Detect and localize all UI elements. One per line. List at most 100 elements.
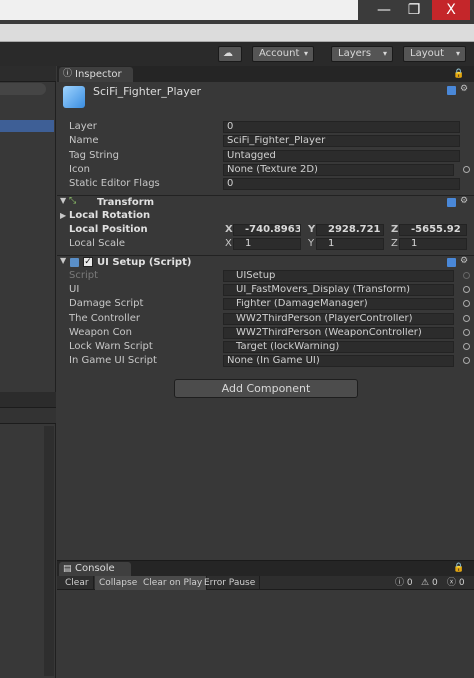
gear-icon[interactable]: ⚙ xyxy=(460,84,468,94)
chevron-down-icon: ▾ xyxy=(382,49,387,58)
chevron-down-icon: ▾ xyxy=(303,49,308,58)
layout-label: Layout xyxy=(410,48,444,59)
help-icon[interactable] xyxy=(447,86,456,95)
help-icon[interactable] xyxy=(447,258,456,267)
gear-icon[interactable]: ⚙ xyxy=(460,196,468,206)
error-icon: ⓧ xyxy=(447,578,457,588)
layers-dropdown[interactable]: Layers ▾ xyxy=(331,46,393,62)
object-picker-icon[interactable] xyxy=(463,315,470,322)
field-row: Script UISetup xyxy=(57,269,474,283)
lock-icon[interactable]: 🔒 xyxy=(453,563,464,573)
console-tabbar: ▤ Console 🔒 xyxy=(57,561,474,576)
enabled-checkbox[interactable]: ✓ xyxy=(83,257,93,267)
hierarchy-search[interactable] xyxy=(0,83,46,95)
foldout-arrow-icon[interactable]: ▶ xyxy=(60,211,66,220)
foldout-arrow-icon[interactable]: ▼ xyxy=(60,196,66,205)
axis-y-label: Y xyxy=(308,238,315,249)
menu-strip xyxy=(0,24,474,42)
position-y-field[interactable]: 2928.721 xyxy=(316,224,384,236)
field-row: Name SciFi_Fighter_Player xyxy=(57,134,474,148)
field-row: Weapon Con WW2ThirdPerson (WeaponControl… xyxy=(57,326,474,340)
titlebar-background xyxy=(0,0,358,20)
ui-setup-title: UI Setup (Script) xyxy=(97,257,192,268)
field-label: Script xyxy=(69,270,99,281)
collapse-button[interactable]: Collapse xyxy=(95,576,143,590)
error-pause-button[interactable]: Error Pause xyxy=(200,576,261,590)
field-row: Layer 0 xyxy=(57,120,474,134)
maximize-button[interactable]: ❐ xyxy=(397,0,431,20)
gear-icon[interactable]: ⚙ xyxy=(460,256,468,266)
tab-inspector[interactable]: ⓘ Inspector xyxy=(59,67,133,82)
scale-z-field[interactable]: 1 xyxy=(399,238,467,250)
info-count[interactable]: ⓘ 0 xyxy=(395,577,413,589)
close-button[interactable]: X xyxy=(432,0,470,20)
object-picker-icon[interactable] xyxy=(463,300,470,307)
ui-setup-header[interactable]: ▼ ✓ UI Setup (Script) ⚙ xyxy=(57,255,474,269)
name-field[interactable]: SciFi_Fighter_Player xyxy=(223,135,460,147)
field-row: Static Editor Flags 0 xyxy=(57,177,474,191)
field-row: Tag String Untagged xyxy=(57,149,474,163)
layer-field[interactable]: 0 xyxy=(223,121,460,133)
object-picker-icon[interactable] xyxy=(463,343,470,350)
console-toolbar: Clear Collapse Clear on Play Error Pause… xyxy=(57,576,474,590)
position-z-field[interactable]: -5655.92 xyxy=(399,224,467,236)
inspector-panel: ⓘ Inspector 🔒 SciFi_Fighter_Player ⚙ Lay… xyxy=(57,66,474,560)
layers-label: Layers xyxy=(338,48,372,59)
foldout-arrow-icon[interactable]: ▼ xyxy=(60,256,66,265)
scale-x-field[interactable]: 1 xyxy=(233,238,301,250)
object-picker-icon[interactable] xyxy=(463,286,470,293)
script-field: UISetup xyxy=(223,270,454,282)
tab-console[interactable]: ▤ Console xyxy=(59,562,131,576)
info-count-value: 0 xyxy=(406,578,413,588)
weapon-con-field[interactable]: WW2ThirdPerson (WeaponController) xyxy=(223,327,454,339)
position-label: Local Position xyxy=(69,224,148,235)
field-label: Damage Script xyxy=(69,298,144,309)
cloud-button[interactable]: ☁ xyxy=(218,46,242,62)
rotation-row: ▶ Local Rotation xyxy=(57,209,474,223)
lock-warn-field[interactable]: Target (lockWarning) xyxy=(223,341,454,353)
object-picker-icon[interactable] xyxy=(463,166,470,173)
project-toolbar xyxy=(0,408,56,424)
warning-count[interactable]: ⚠ 0 xyxy=(421,577,438,589)
help-icon[interactable] xyxy=(447,198,456,207)
hierarchy-tab[interactable] xyxy=(0,66,56,82)
layout-dropdown[interactable]: Layout ▾ xyxy=(403,46,466,62)
in-game-ui-field[interactable]: None (In Game UI) xyxy=(223,355,454,367)
transform-title: Transform xyxy=(97,197,155,208)
tag-field[interactable]: Untagged xyxy=(223,150,460,162)
field-label: Weapon Con xyxy=(69,327,133,338)
chevron-down-icon: ▾ xyxy=(455,49,460,58)
field-row: Icon None (Texture 2D) xyxy=(57,163,474,177)
hierarchy-selected-row[interactable] xyxy=(0,120,54,132)
clear-on-play-button[interactable]: Clear on Play xyxy=(139,576,208,590)
minimize-button[interactable]: — xyxy=(367,0,401,20)
left-panels xyxy=(0,66,56,678)
object-picker-icon[interactable] xyxy=(463,357,470,364)
clear-button[interactable]: Clear xyxy=(61,576,94,590)
object-picker-icon[interactable] xyxy=(463,329,470,336)
damage-script-field[interactable]: Fighter (DamageManager) xyxy=(223,298,454,310)
scale-row: Local Scale X 1 Y 1 Z 1 xyxy=(57,237,474,251)
console-icon: ▤ xyxy=(63,564,72,574)
axis-x-label: X xyxy=(225,238,232,249)
field-row: In Game UI Script None (In Game UI) xyxy=(57,354,474,368)
add-component-button[interactable]: Add Component xyxy=(174,379,358,398)
controller-field[interactable]: WW2ThirdPerson (PlayerController) xyxy=(223,313,454,325)
lock-icon[interactable]: 🔒 xyxy=(453,69,464,79)
ui-field[interactable]: UI_FastMovers_Display (Transform) xyxy=(223,284,454,296)
transform-icon: ⤡ xyxy=(69,196,77,206)
static-flags-field[interactable]: 0 xyxy=(223,178,460,190)
transform-header[interactable]: ▼ ⤡ Transform ⚙ xyxy=(57,195,474,209)
field-row: Damage Script Fighter (DamageManager) xyxy=(57,297,474,311)
project-scrollbar[interactable] xyxy=(44,426,54,676)
account-dropdown[interactable]: Account ▾ xyxy=(252,46,314,62)
position-x-field[interactable]: -740.8963 xyxy=(233,224,301,236)
project-tab[interactable] xyxy=(0,392,56,408)
error-count[interactable]: ⓧ 0 xyxy=(447,577,465,589)
cloud-icon: ☁ xyxy=(223,48,233,59)
field-row: The Controller WW2ThirdPerson (PlayerCon… xyxy=(57,312,474,326)
inspector-tabbar: ⓘ Inspector 🔒 xyxy=(57,66,474,82)
scale-y-field[interactable]: 1 xyxy=(316,238,384,250)
icon-field[interactable]: None (Texture 2D) xyxy=(223,164,454,176)
window-titlebar: — ❐ X xyxy=(0,0,474,24)
